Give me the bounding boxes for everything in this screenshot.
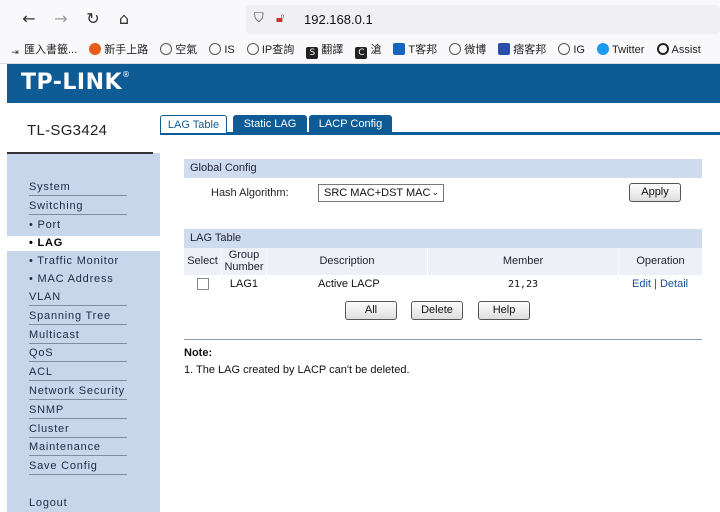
sidebar-item-logout[interactable]: Logout [29, 496, 127, 511]
globe-icon [449, 43, 462, 55]
app-header: TP-LINK® [7, 64, 720, 103]
tab-lacp-config[interactable]: LACP Config [309, 115, 392, 133]
shield-icon: ⛉ [254, 11, 264, 26]
sidebar-item-multicast[interactable]: Multicast [29, 328, 127, 344]
t-icon [393, 43, 406, 55]
globe-icon [246, 43, 259, 55]
main-content: LAG Table Static LAG LACP Config Global … [160, 103, 720, 512]
tab-static-lag[interactable]: Static LAG [233, 115, 307, 133]
bookmark-item[interactable]: C滄 [355, 38, 381, 62]
sidebar-item-switching[interactable]: Switching [29, 199, 127, 215]
url-text[interactable]: 192.168.0.1 [304, 12, 373, 27]
row-operation: Edit | Detail [632, 278, 689, 290]
globe-icon [558, 43, 571, 55]
sidebar: TL-SG3424 System Switching • Port • LAG … [7, 103, 160, 512]
global-config-header: Global Config [184, 159, 702, 178]
bookmark-item[interactable]: 新手上路 [89, 38, 148, 62]
bookmark-item[interactable]: IS [209, 38, 235, 62]
select-all-button[interactable]: All [345, 301, 397, 320]
back-icon[interactable]: ← [19, 9, 39, 29]
sidebar-item-system[interactable]: System [29, 180, 127, 196]
bookmark-item[interactable]: Assist [656, 38, 701, 62]
sidebar-item-acl[interactable]: ACL [29, 365, 127, 381]
sidebar-item-traffic-monitor[interactable]: • Traffic Monitor [29, 254, 127, 269]
note-title: Note: [184, 347, 213, 359]
row-member: 21,23 [507, 279, 539, 290]
col-select: Select [184, 248, 221, 275]
address-bar[interactable]: ⛉ 🔓︎ 192.168.0.1 [246, 5, 720, 34]
sidebar-item-lag[interactable]: • LAG [7, 236, 160, 251]
chevron-down-icon: ⌄ [431, 188, 439, 198]
col-description: Description [267, 248, 427, 275]
help-button[interactable]: Help [478, 301, 530, 320]
sidebar-item-mac-address[interactable]: • MAC Address [29, 272, 127, 287]
detail-link[interactable]: Detail [660, 278, 688, 290]
note-text: 1. The LAG created by LACP can't be dele… [184, 364, 410, 376]
home-icon[interactable]: ⌂ [114, 9, 134, 29]
tab-lag-table[interactable]: LAG Table [160, 115, 227, 133]
sidebar-item-maintenance[interactable]: Maintenance [29, 440, 127, 456]
bookmarks-bar: ⇥ 匯入書籤... 新手上路 空氣 IS IP查詢 S 翻譯 C滄 T客邦 微博 痞… [0, 38, 720, 64]
hash-algorithm-select[interactable]: SRC MAC+DST MAC ⌄ [318, 184, 444, 202]
row-group: LAG1 [229, 278, 259, 290]
divider [7, 152, 153, 154]
s-icon: S [306, 47, 319, 59]
bookmark-item[interactable]: S 翻譯 [306, 38, 343, 62]
bookmark-item[interactable]: IG [558, 38, 585, 62]
bookmark-item[interactable]: 痞客邦 [498, 38, 546, 62]
sidebar-item-cluster[interactable]: Cluster [29, 422, 127, 438]
sidebar-item-qos[interactable]: QoS [29, 346, 127, 362]
bookmark-item[interactable]: Twitter [597, 38, 644, 62]
insecure-lock-icon[interactable]: 🔓︎ [276, 11, 284, 26]
model-box: TL-SG3424 [7, 103, 160, 154]
sidebar-item-vlan[interactable]: VLAN [29, 290, 127, 306]
col-group-number: Group Number [222, 248, 266, 275]
row-description: Active LACP [318, 278, 380, 290]
tab-bar: LAG Table Static LAG LACP Config [160, 115, 720, 135]
row-select-checkbox[interactable] [197, 278, 209, 290]
c-icon: C [355, 47, 368, 59]
forward-icon[interactable]: → [51, 9, 71, 29]
bookmark-item[interactable]: T客邦 [393, 38, 437, 62]
bookmark-item[interactable]: IP查詢 [246, 38, 294, 62]
hash-algorithm-label: Hash Algorithm: [211, 187, 289, 199]
bookmark-item[interactable]: 空氣 [160, 38, 197, 62]
divider [184, 339, 702, 340]
assist-icon [656, 43, 669, 55]
edit-link[interactable]: Edit [632, 278, 651, 290]
sidebar-item-network-security[interactable]: Network Security [29, 384, 127, 400]
sidebar-item-spanning-tree[interactable]: Spanning Tree [29, 309, 127, 325]
sidebar-item-save-config[interactable]: Save Config [29, 459, 127, 475]
lag-table-header: LAG Table [184, 229, 702, 248]
reload-icon[interactable]: ↻ [83, 9, 103, 29]
import-icon: ⇥ [11, 48, 19, 58]
browser-toolbar: ← → ↻ ⌂ ⛉ 🔓︎ 192.168.0.1 [0, 0, 720, 38]
bookmark-item[interactable]: ⇥ 匯入書籤... [9, 38, 77, 62]
bookmark-item[interactable]: 微博 [449, 38, 486, 62]
sidebar-item-snmp[interactable]: SNMP [29, 403, 127, 419]
firefox-icon [89, 43, 102, 55]
apply-button[interactable]: Apply [629, 183, 681, 202]
tp-link-logo: TP-LINK® [21, 70, 131, 95]
globe-icon [209, 43, 222, 55]
delete-button[interactable]: Delete [411, 301, 463, 320]
col-member: Member [428, 248, 618, 275]
col-operation: Operation [619, 248, 702, 275]
twitter-icon [597, 43, 610, 55]
globe-icon [160, 43, 173, 55]
device-model: TL-SG3424 [27, 122, 108, 139]
lag-table: Select Group Number Description Member O… [184, 248, 702, 294]
pixnet-icon [498, 43, 511, 55]
sidebar-item-port[interactable]: • Port [29, 218, 127, 233]
